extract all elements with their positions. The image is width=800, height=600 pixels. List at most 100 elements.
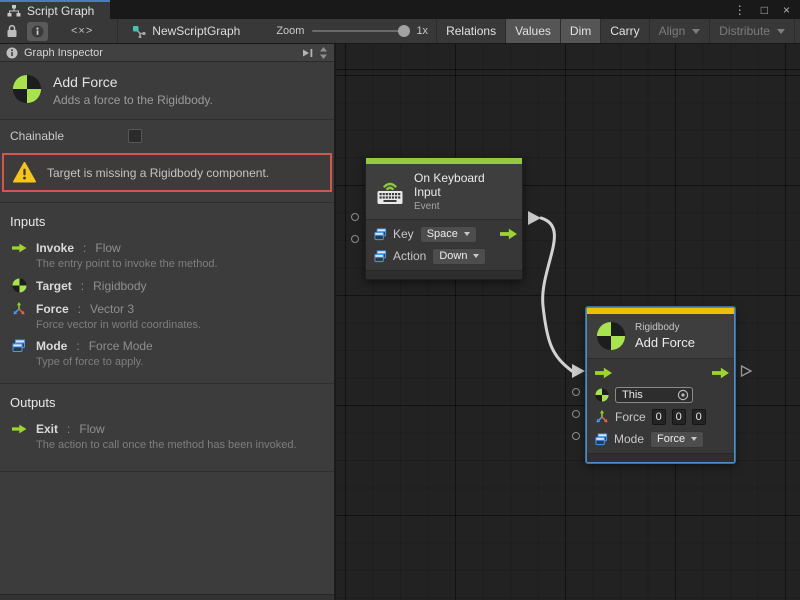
zoom-label: Zoom: [276, 25, 304, 37]
mode-dropdown[interactable]: Force: [650, 431, 704, 448]
node-title: On Keyboard Input: [414, 171, 513, 199]
rigidbody-icon: [595, 388, 609, 402]
flow-row: [587, 362, 734, 384]
force-row: Force 0 0 0: [587, 406, 734, 428]
zoom-slider-handle[interactable]: [398, 25, 410, 37]
port-key[interactable]: [351, 213, 359, 221]
chainable-row: Chainable: [0, 120, 334, 150]
close-icon[interactable]: ×: [783, 4, 790, 16]
node-subtitle: Event: [414, 201, 513, 212]
node-category: Rigidbody: [635, 322, 695, 333]
distribute-button: Distribute: [709, 19, 794, 43]
list-item: Force:Vector 3: [10, 302, 324, 316]
key-dropdown[interactable]: Space: [420, 226, 477, 243]
carry-button[interactable]: Carry: [600, 19, 648, 43]
port-mode[interactable]: [572, 432, 580, 440]
inputs-header: Inputs: [10, 214, 324, 229]
force-y-input[interactable]: 0: [672, 409, 686, 425]
script-graph-window: Script Graph ⋮ □ × <×> NewScriptGraph Zo…: [0, 0, 800, 600]
node-title: Add Force: [635, 335, 695, 350]
zoom-value: 1x: [416, 25, 428, 37]
object-picker-icon[interactable]: [677, 389, 689, 401]
chevron-down-icon: [691, 437, 697, 444]
force-label: Force: [615, 410, 646, 424]
exit-flow-connector[interactable]: [740, 364, 753, 378]
key-row: Key Space: [366, 223, 522, 245]
zoom-control: Zoom 1x: [276, 25, 428, 37]
mode-row: Mode Force: [587, 428, 734, 450]
list-item: Exit:Flow: [10, 422, 324, 436]
chevron-down-icon: [464, 232, 470, 239]
vector3-icon: [10, 302, 28, 316]
enum-icon: [595, 433, 608, 446]
unit-summary: Add Force Adds a force to the Rigidbody.: [0, 62, 334, 120]
node-footer: [587, 453, 734, 462]
chainable-checkbox[interactable]: [128, 129, 142, 143]
action-label: Action: [393, 249, 426, 263]
graph-canvas[interactable]: On Keyboard Input Event Key Space: [336, 44, 800, 600]
port-description: Force vector in world coordinates.: [36, 319, 324, 331]
action-row: Action Down: [366, 245, 522, 267]
toolbar-buttons: Relations Values Dim Carry Align Distrib…: [436, 19, 800, 43]
relations-button[interactable]: Relations: [436, 19, 505, 43]
inputs-section: Inputs Invoke:Flow The entry point to in…: [0, 202, 334, 383]
force-z-input[interactable]: 0: [692, 409, 706, 425]
rigidbody-icon: [12, 74, 42, 104]
keyboard-input-icon: [375, 179, 405, 205]
flow-arrow-icon: [10, 243, 28, 253]
port-description: The action to call once the method has b…: [36, 439, 324, 451]
list-item: Target:Rigidbody: [10, 278, 324, 293]
target-self-field[interactable]: This: [615, 387, 693, 403]
lock-icon[interactable]: [0, 19, 24, 43]
overview-button[interactable]: Overview: [794, 19, 800, 43]
menu-icon[interactable]: ⋮: [734, 4, 746, 16]
chevron-down-icon: [473, 254, 479, 261]
target-row: This: [587, 384, 734, 406]
chevron-down-icon: [777, 29, 785, 38]
rigidbody-icon: [10, 278, 28, 293]
flow-arrow-icon: [10, 424, 28, 434]
key-label: Key: [393, 227, 414, 241]
flow-input-arrow-icon[interactable]: [595, 367, 612, 379]
tab-script-graph[interactable]: Script Graph: [0, 0, 110, 19]
rigidbody-icon: [596, 321, 626, 351]
enum-icon: [374, 228, 387, 241]
titlebar: Script Graph ⋮ □ ×: [0, 0, 800, 19]
unit-description: Adds a force to the Rigidbody.: [53, 93, 213, 107]
port-description: The entry point to invoke the method.: [36, 258, 324, 270]
node-add-force[interactable]: Rigidbody Add Force This: [586, 307, 735, 463]
code-icon[interactable]: <×>: [71, 25, 93, 37]
info-icon: [6, 47, 18, 59]
force-x-input[interactable]: 0: [652, 409, 666, 425]
dim-button[interactable]: Dim: [560, 19, 600, 43]
list-item: Mode:Force Mode: [10, 339, 324, 353]
mode-label: Mode: [614, 432, 644, 446]
port-this[interactable]: [572, 388, 580, 396]
node-on-keyboard-input[interactable]: On Keyboard Input Event Key Space: [365, 157, 523, 280]
port-action[interactable]: [351, 235, 359, 243]
inspector-toggle-button[interactable]: [27, 22, 48, 41]
zoom-slider[interactable]: [312, 30, 408, 32]
values-button[interactable]: Values: [505, 19, 560, 43]
warning-text: Target is missing a Rigidbody component.: [47, 166, 269, 180]
maximize-icon[interactable]: □: [761, 4, 768, 16]
node-footer: [366, 270, 522, 279]
chainable-label: Chainable: [10, 129, 128, 143]
outputs-section: Outputs Exit:Flow The action to call onc…: [0, 383, 334, 472]
outputs-header: Outputs: [10, 395, 324, 410]
window-controls: ⋮ □ ×: [734, 0, 800, 19]
scroll-spinner-icon[interactable]: [319, 46, 328, 60]
action-dropdown[interactable]: Down: [432, 248, 486, 265]
flow-output-arrow-icon[interactable]: [500, 228, 517, 240]
dock-icon[interactable]: [301, 47, 314, 59]
flow-output-connector[interactable]: [528, 211, 541, 225]
chevron-down-icon: [692, 29, 700, 38]
port-description: Type of force to apply.: [36, 356, 324, 368]
unit-title: Add Force: [53, 74, 213, 90]
list-item: Invoke:Flow: [10, 241, 324, 255]
graph-asset-label[interactable]: NewScriptGraph: [118, 24, 250, 38]
port-force[interactable]: [572, 410, 580, 418]
flow-output-arrow-icon[interactable]: [712, 367, 729, 379]
flow-input-connector[interactable]: [572, 364, 585, 378]
inspector-title: Graph Inspector: [24, 47, 103, 59]
